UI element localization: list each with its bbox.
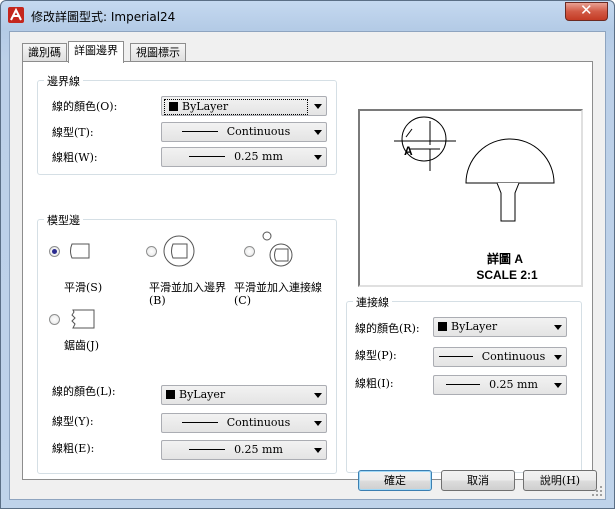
line-sample-icon [446,384,481,385]
boundary-group-title: 邊界線 [44,73,83,89]
smooth-with-border-icon [163,235,195,267]
preview-marker-letter: A [404,144,413,158]
model-color-label: 線的顏色(L): [52,385,116,398]
help-button[interactable]: 說明(H) [523,470,597,491]
line-sample-icon [438,356,473,357]
tab-view-label[interactable]: 視圖標示 [130,43,186,62]
connection-lineweight-select[interactable]: 0.25 mm [433,375,567,395]
color-swatch-icon [169,102,178,111]
boundary-color-label: 線的顏色(O): [52,100,118,113]
smooth-with-border-label: 平滑並加入邊界(B) [149,281,226,307]
model-lineweight-label: 線粗(E): [52,442,95,455]
connection-group: 連接線 線的顏色(R): ByLayer 線型(P): Continuous 線… [346,294,582,473]
chevron-down-icon [314,130,322,135]
autocad-app-icon [8,7,24,23]
smooth-with-connection-icon [262,231,293,267]
window-title: 修改詳圖型式: Imperial24 [31,10,176,24]
connection-lineweight-label: 線粗(I): [355,377,394,390]
tab-detail-boundary[interactable]: 詳圖邊界 [68,41,124,63]
detail-preview: A 詳圖 A SCALE 2:1 [358,109,583,287]
line-sample-icon [189,449,226,450]
boundary-group: 邊界線 線的顏色(O): ByLayer 線型(T): Continuous 線… [37,73,337,175]
color-swatch-icon [166,390,175,399]
smooth-with-connection-label: 平滑並加入連接線(C) [234,281,322,307]
chevron-down-icon [314,155,322,160]
tab-panel: 邊界線 線的顏色(O): ByLayer 線型(T): Continuous 線… [22,61,593,480]
connection-linetype-label: 線型(P): [355,349,397,362]
boundary-lineweight-select[interactable]: 0.25 mm [161,147,327,167]
close-icon: ✕ [580,1,593,19]
chevron-down-icon [554,383,562,388]
smooth-label: 平滑(S) [64,281,103,294]
boundary-lineweight-label: 線粗(W): [52,151,98,164]
smooth-edge-icon [70,243,90,259]
ok-button[interactable]: 確定 [358,470,432,491]
smooth-radio[interactable] [49,246,60,257]
dialog-window: 修改詳圖型式: Imperial24 ✕ 識別碼 詳圖邊界 視圖標示 邊界線 線… [0,0,615,509]
cancel-button[interactable]: 取消 [441,470,515,491]
tab-identifier[interactable]: 識別碼 [22,43,67,62]
model-linetype-label: 線型(Y): [52,415,94,428]
boundary-linetype-select[interactable]: Continuous [161,122,327,142]
model-edge-group-title: 模型邊 [44,212,83,228]
detail-preview-drawing: A 詳圖 A SCALE 2:1 [394,116,555,282]
dialog-client: 識別碼 詳圖邊界 視圖標示 邊界線 線的顏色(O): ByLayer 線型(T)… [9,31,606,500]
smooth-with-connection-radio[interactable] [244,246,255,257]
jagged-radio[interactable] [49,314,60,325]
line-sample-icon [181,422,218,423]
smooth-with-border-radio[interactable] [146,246,157,257]
close-button[interactable]: ✕ [565,1,608,21]
boundary-linetype-label: 線型(T): [52,126,94,139]
chevron-down-icon [554,325,562,330]
preview-scale-text: SCALE 2:1 [476,268,538,282]
connection-linetype-select[interactable]: Continuous [433,347,567,367]
model-linetype-select[interactable]: Continuous [161,413,327,433]
chevron-down-icon [314,393,322,398]
title-bar[interactable]: 修改詳圖型式: Imperial24 ✕ [1,1,614,29]
jagged-edge-icon [71,309,95,329]
model-lineweight-select[interactable]: 0.25 mm [161,440,327,460]
model-edge-group: 模型邊 平滑(S) 平滑並加入邊界(B) 平滑並加入連接線(C) 鋸齒(J) 線… [37,212,337,474]
color-swatch-icon [438,322,447,331]
model-color-select[interactable]: ByLayer [161,385,327,405]
line-sample-icon [181,131,218,132]
jagged-label: 鋸齒(J) [64,339,99,352]
chevron-down-icon [314,104,322,109]
boundary-color-select[interactable]: ByLayer [161,96,327,116]
chevron-down-icon [314,448,322,453]
connection-color-select[interactable]: ByLayer [433,317,567,337]
chevron-down-icon [314,421,322,426]
resize-grip-icon[interactable] [591,485,603,497]
connection-group-title: 連接線 [353,294,392,310]
chevron-down-icon [554,355,562,360]
preview-detail-text: 詳圖 A [487,251,523,266]
line-sample-icon [189,156,226,157]
connection-color-label: 線的顏色(R): [355,322,420,335]
